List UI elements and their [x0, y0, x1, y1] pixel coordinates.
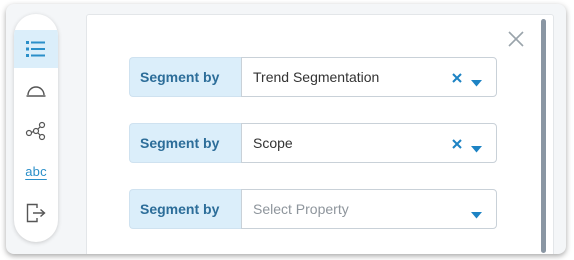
- close-icon: [506, 31, 526, 53]
- segment-by-label: Segment by: [129, 123, 241, 163]
- select-property-dropdown[interactable]: Select Property: [241, 189, 497, 229]
- toolbar-network-button[interactable]: [14, 112, 58, 150]
- segment-placeholder: Select Property: [253, 201, 349, 217]
- segment-row: Segment by Select Property: [129, 189, 497, 229]
- export-icon: [25, 203, 47, 223]
- chevron-down-icon[interactable]: [471, 206, 482, 219]
- clear-icon[interactable]: [451, 137, 463, 151]
- segmentation-panel: Segment by Trend Segmentation Segment by…: [86, 14, 554, 254]
- list-icon: [26, 40, 46, 58]
- side-toolbar: abc: [14, 14, 58, 242]
- toolbar-list-button[interactable]: [14, 30, 58, 68]
- text-abc-icon: abc: [25, 163, 47, 179]
- close-button[interactable]: [506, 29, 526, 49]
- gauge-icon: [26, 84, 46, 98]
- segment-row: Segment by Trend Segmentation: [129, 57, 497, 97]
- segment-value: Scope: [253, 135, 293, 151]
- segment-value: Trend Segmentation: [253, 69, 380, 85]
- network-icon: [25, 121, 47, 141]
- segment-select[interactable]: Trend Segmentation: [241, 57, 497, 97]
- segment-select[interactable]: Scope: [241, 123, 497, 163]
- toolbar-export-button[interactable]: [14, 194, 58, 232]
- clear-icon[interactable]: [451, 71, 463, 85]
- chevron-down-icon[interactable]: [471, 140, 482, 153]
- segment-row: Segment by Scope: [129, 123, 497, 163]
- window-frame: abc Segment by Trend Segmentation Segmen…: [6, 4, 566, 254]
- toolbar-text-button[interactable]: abc: [14, 152, 58, 190]
- segment-by-label: Segment by: [129, 57, 241, 97]
- toolbar-gauge-button[interactable]: [14, 72, 58, 110]
- chevron-down-icon[interactable]: [471, 74, 482, 87]
- scrollbar[interactable]: [541, 19, 546, 253]
- segment-by-label: Segment by: [129, 189, 241, 229]
